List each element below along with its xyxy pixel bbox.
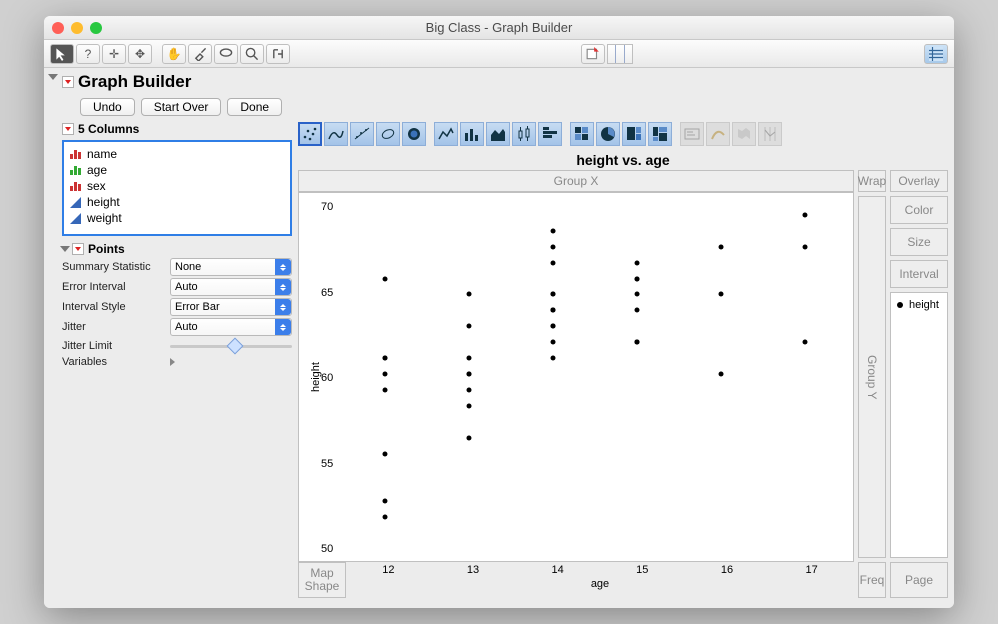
- caption-element-button[interactable]: [680, 122, 704, 146]
- variables-disclose[interactable]: [170, 358, 175, 366]
- move-tool-button[interactable]: ✥: [128, 44, 152, 64]
- data-table-button[interactable]: [924, 44, 948, 64]
- legend-marker-icon: [897, 302, 903, 308]
- column-item: name: [70, 146, 284, 162]
- interval-style-select[interactable]: Error Bar: [170, 298, 292, 316]
- window-title: Big Class - Graph Builder: [44, 20, 954, 35]
- points-disclose-toggle[interactable]: [60, 246, 70, 252]
- legend[interactable]: height: [890, 292, 948, 558]
- interval-dropzone[interactable]: Interval: [890, 260, 948, 288]
- formula-element-button[interactable]: [706, 122, 730, 146]
- error-interval-select[interactable]: Auto: [170, 278, 292, 296]
- zoom-tool-button[interactable]: [240, 44, 264, 64]
- error-interval-label: Error Interval: [62, 281, 166, 293]
- line-of-fit-button[interactable]: [350, 122, 374, 146]
- mosaic-element-button[interactable]: [648, 122, 672, 146]
- arrow-tool-button[interactable]: [50, 44, 74, 64]
- lasso-tool-button[interactable]: [214, 44, 238, 64]
- app-window: Big Class - Graph Builder ? ✛ ✥ ✋ Graph …: [44, 16, 954, 608]
- zoom-window-button[interactable]: [90, 22, 102, 34]
- wrap-dropzone[interactable]: Wrap: [858, 170, 886, 192]
- help-tool-button[interactable]: ?: [76, 44, 100, 64]
- heatmap-element-button[interactable]: [570, 122, 594, 146]
- y-axis-ticks: 7065605550: [321, 193, 333, 561]
- boxplot-element-button[interactable]: [512, 122, 536, 146]
- size-dropzone[interactable]: Size: [890, 228, 948, 256]
- hand-tool-button[interactable]: ✋: [162, 44, 186, 64]
- points-element-button[interactable]: [298, 122, 322, 146]
- layout-grid-button[interactable]: [607, 44, 633, 64]
- smoother-element-button[interactable]: [324, 122, 348, 146]
- points-title: Points: [88, 242, 125, 256]
- ordinal-icon: [70, 166, 81, 175]
- titlebar: Big Class - Graph Builder: [44, 16, 954, 40]
- interval-style-label: Interval Style: [62, 301, 166, 313]
- line-element-button[interactable]: [434, 122, 458, 146]
- section-title: Graph Builder: [78, 72, 191, 92]
- overlay-dropzone[interactable]: Overlay: [890, 170, 948, 192]
- chart-title[interactable]: height vs. age: [298, 152, 948, 168]
- group-y-dropzone[interactable]: Group Y: [858, 196, 886, 558]
- plot-area[interactable]: height 7065605550: [298, 192, 854, 562]
- column-item: weight: [70, 210, 284, 226]
- summary-statistic-label: Summary Statistic: [62, 261, 166, 273]
- map-element-button[interactable]: [732, 122, 756, 146]
- element-toolbar: [298, 122, 948, 146]
- minimize-window-button[interactable]: [71, 22, 83, 34]
- jitter-select[interactable]: Auto: [170, 318, 292, 336]
- bar-element-button[interactable]: [460, 122, 484, 146]
- page-dropzone[interactable]: Page: [890, 562, 948, 598]
- jitter-limit-slider[interactable]: [170, 338, 292, 354]
- close-window-button[interactable]: [52, 22, 64, 34]
- continuous-icon: [70, 197, 81, 208]
- export-image-button[interactable]: [581, 44, 605, 64]
- disclose-toggle[interactable]: [48, 74, 58, 80]
- outline-gutter: [44, 68, 62, 608]
- nominal-icon: [70, 150, 81, 159]
- histogram-element-button[interactable]: [538, 122, 562, 146]
- freq-dropzone[interactable]: Freq: [858, 562, 886, 598]
- done-button[interactable]: Done: [227, 98, 282, 116]
- area-element-button[interactable]: [486, 122, 510, 146]
- main-toolbar: ? ✛ ✥ ✋: [44, 40, 954, 68]
- pie-element-button[interactable]: [596, 122, 620, 146]
- section-menu-toggle[interactable]: [62, 76, 74, 88]
- undo-button[interactable]: Undo: [80, 98, 135, 116]
- group-x-dropzone[interactable]: Group X: [298, 170, 854, 192]
- treemap-element-button[interactable]: [622, 122, 646, 146]
- contour-element-button[interactable]: [402, 122, 426, 146]
- columns-header: 5 Columns: [78, 122, 139, 136]
- columns-menu-toggle[interactable]: [62, 123, 74, 135]
- column-item: height: [70, 194, 284, 210]
- points-menu-toggle[interactable]: [72, 243, 84, 255]
- selection-tool-button[interactable]: [266, 44, 290, 64]
- columns-list[interactable]: name age sex height weight: [62, 140, 292, 236]
- x-axis-label[interactable]: age: [346, 578, 854, 590]
- x-axis-ticks: 121314151617: [346, 562, 854, 576]
- parallel-element-button[interactable]: [758, 122, 782, 146]
- continuous-icon: [70, 213, 81, 224]
- column-item: sex: [70, 178, 284, 194]
- map-shape-dropzone[interactable]: MapShape: [298, 562, 346, 598]
- summary-statistic-select[interactable]: None: [170, 258, 292, 276]
- brush-tool-button[interactable]: [188, 44, 212, 64]
- variables-label: Variables: [62, 356, 166, 368]
- crosshair-tool-button[interactable]: ✛: [102, 44, 126, 64]
- nominal-icon: [70, 182, 81, 191]
- column-item: age: [70, 162, 284, 178]
- start-over-button[interactable]: Start Over: [141, 98, 222, 116]
- jitter-limit-label: Jitter Limit: [62, 340, 166, 352]
- jitter-label: Jitter: [62, 321, 166, 333]
- ellipse-element-button[interactable]: [376, 122, 400, 146]
- color-dropzone[interactable]: Color: [890, 196, 948, 224]
